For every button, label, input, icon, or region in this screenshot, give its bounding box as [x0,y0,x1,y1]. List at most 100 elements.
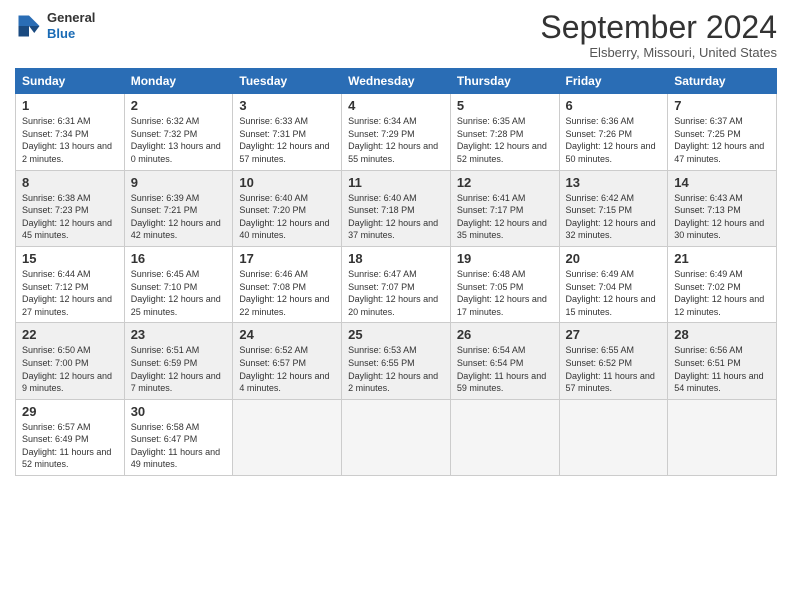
logo-icon [15,12,43,40]
table-row: 14 Sunrise: 6:43 AM Sunset: 7:13 PM Dayli… [668,170,777,246]
day-number: 18 [348,251,444,266]
day-number: 29 [22,404,118,419]
day-info: Sunrise: 6:46 AM Sunset: 7:08 PM Dayligh… [239,268,335,318]
day-number: 14 [674,175,770,190]
day-number: 27 [566,327,662,342]
table-row: 2 Sunrise: 6:32 AM Sunset: 7:32 PM Daylig… [124,94,233,170]
table-row: 16 Sunrise: 6:45 AM Sunset: 7:10 PM Dayli… [124,246,233,322]
col-tuesday: Tuesday [233,69,342,94]
table-row: 15Sunrise: 6:44 AM Sunset: 7:12 PM Dayli… [16,246,125,322]
day-info: Sunrise: 6:40 AM Sunset: 7:18 PM Dayligh… [348,192,444,242]
day-info: Sunrise: 6:48 AM Sunset: 7:05 PM Dayligh… [457,268,553,318]
day-number: 26 [457,327,553,342]
day-number: 16 [131,251,227,266]
logo: General Blue [15,10,95,41]
calendar-week-row: 8Sunrise: 6:38 AM Sunset: 7:23 PM Daylig… [16,170,777,246]
day-info: Sunrise: 6:45 AM Sunset: 7:10 PM Dayligh… [131,268,227,318]
day-info: Sunrise: 6:42 AM Sunset: 7:15 PM Dayligh… [566,192,662,242]
table-row: 11 Sunrise: 6:40 AM Sunset: 7:18 PM Dayli… [342,170,451,246]
table-row: 22 Sunrise: 6:50 AM Sunset: 7:00 PM Dayli… [16,323,125,399]
location: Elsberry, Missouri, United States [540,45,777,60]
table-row: 5 Sunrise: 6:35 AM Sunset: 7:28 PM Daylig… [450,94,559,170]
day-info: Sunrise: 6:56 AM Sunset: 6:51 PM Dayligh… [674,344,770,394]
day-info: Sunrise: 6:40 AM Sunset: 7:20 PM Dayligh… [239,192,335,242]
day-number: 12 [457,175,553,190]
table-row [342,399,451,475]
calendar-week-row: 15Sunrise: 6:44 AM Sunset: 7:12 PM Dayli… [16,246,777,322]
table-row: 9Sunrise: 6:39 AM Sunset: 7:21 PM Daylig… [124,170,233,246]
day-number: 15 [22,251,118,266]
table-row: 7Sunrise: 6:37 AM Sunset: 7:25 PM Daylig… [668,94,777,170]
day-number: 11 [348,175,444,190]
table-row: 20Sunrise: 6:49 AM Sunset: 7:04 PM Dayli… [559,246,668,322]
day-info: Sunrise: 6:31 AM Sunset: 7:34 PM Dayligh… [22,115,118,165]
day-info: Sunrise: 6:38 AM Sunset: 7:23 PM Dayligh… [22,192,118,242]
day-number: 19 [457,251,553,266]
table-row: 1 Sunrise: 6:31 AM Sunset: 7:34 PM Daylig… [16,94,125,170]
table-row [668,399,777,475]
table-row [233,399,342,475]
day-number: 10 [239,175,335,190]
calendar-week-row: 22 Sunrise: 6:50 AM Sunset: 7:00 PM Dayli… [16,323,777,399]
table-row: 17 Sunrise: 6:46 AM Sunset: 7:08 PM Dayli… [233,246,342,322]
day-info: Sunrise: 6:35 AM Sunset: 7:28 PM Dayligh… [457,115,553,165]
day-info: Sunrise: 6:55 AM Sunset: 6:52 PM Dayligh… [566,344,662,394]
table-row: 27 Sunrise: 6:55 AM Sunset: 6:52 PM Dayli… [559,323,668,399]
day-number: 17 [239,251,335,266]
day-info: Sunrise: 6:58 AM Sunset: 6:47 PM Dayligh… [131,421,227,471]
day-info: Sunrise: 6:54 AM Sunset: 6:54 PM Dayligh… [457,344,553,394]
table-row: 30 Sunrise: 6:58 AM Sunset: 6:47 PM Dayli… [124,399,233,475]
header: General Blue September 2024 Elsberry, Mi… [15,10,777,60]
col-thursday: Thursday [450,69,559,94]
table-row: 23Sunrise: 6:51 AM Sunset: 6:59 PM Dayli… [124,323,233,399]
table-row: 10 Sunrise: 6:40 AM Sunset: 7:20 PM Dayli… [233,170,342,246]
day-info: Sunrise: 6:50 AM Sunset: 7:00 PM Dayligh… [22,344,118,394]
day-number: 30 [131,404,227,419]
day-number: 5 [457,98,553,113]
day-info: Sunrise: 6:57 AM Sunset: 6:49 PM Dayligh… [22,421,118,471]
col-friday: Friday [559,69,668,94]
calendar-week-row: 29 Sunrise: 6:57 AM Sunset: 6:49 PM Dayli… [16,399,777,475]
day-number: 24 [239,327,335,342]
day-info: Sunrise: 6:47 AM Sunset: 7:07 PM Dayligh… [348,268,444,318]
day-number: 1 [22,98,118,113]
col-wednesday: Wednesday [342,69,451,94]
day-info: Sunrise: 6:33 AM Sunset: 7:31 PM Dayligh… [239,115,335,165]
day-number: 2 [131,98,227,113]
logo-general: General [47,10,95,26]
table-row: 4 Sunrise: 6:34 AM Sunset: 7:29 PM Daylig… [342,94,451,170]
table-row: 12 Sunrise: 6:41 AM Sunset: 7:17 PM Dayli… [450,170,559,246]
header-row: Sunday Monday Tuesday Wednesday Thursday… [16,69,777,94]
calendar-container: General Blue September 2024 Elsberry, Mi… [0,0,792,481]
title-block: September 2024 Elsberry, Missouri, Unite… [540,10,777,60]
col-sunday: Sunday [16,69,125,94]
month-title: September 2024 [540,10,777,45]
day-info: Sunrise: 6:53 AM Sunset: 6:55 PM Dayligh… [348,344,444,394]
day-number: 3 [239,98,335,113]
table-row: 29 Sunrise: 6:57 AM Sunset: 6:49 PM Dayli… [16,399,125,475]
day-info: Sunrise: 6:52 AM Sunset: 6:57 PM Dayligh… [239,344,335,394]
day-number: 7 [674,98,770,113]
table-row: 26 Sunrise: 6:54 AM Sunset: 6:54 PM Dayli… [450,323,559,399]
day-info: Sunrise: 6:43 AM Sunset: 7:13 PM Dayligh… [674,192,770,242]
col-monday: Monday [124,69,233,94]
day-number: 21 [674,251,770,266]
table-row: 19 Sunrise: 6:48 AM Sunset: 7:05 PM Dayli… [450,246,559,322]
day-number: 20 [566,251,662,266]
day-info: Sunrise: 6:34 AM Sunset: 7:29 PM Dayligh… [348,115,444,165]
logo-blue: Blue [47,26,95,42]
col-saturday: Saturday [668,69,777,94]
table-row: 24 Sunrise: 6:52 AM Sunset: 6:57 PM Dayli… [233,323,342,399]
day-info: Sunrise: 6:32 AM Sunset: 7:32 PM Dayligh… [131,115,227,165]
table-row [559,399,668,475]
calendar-table: Sunday Monday Tuesday Wednesday Thursday… [15,68,777,476]
day-number: 4 [348,98,444,113]
day-info: Sunrise: 6:36 AM Sunset: 7:26 PM Dayligh… [566,115,662,165]
day-number: 25 [348,327,444,342]
day-info: Sunrise: 6:49 AM Sunset: 7:02 PM Dayligh… [674,268,770,318]
table-row: 8Sunrise: 6:38 AM Sunset: 7:23 PM Daylig… [16,170,125,246]
day-number: 28 [674,327,770,342]
table-row: 3 Sunrise: 6:33 AM Sunset: 7:31 PM Daylig… [233,94,342,170]
day-info: Sunrise: 6:41 AM Sunset: 7:17 PM Dayligh… [457,192,553,242]
day-number: 22 [22,327,118,342]
